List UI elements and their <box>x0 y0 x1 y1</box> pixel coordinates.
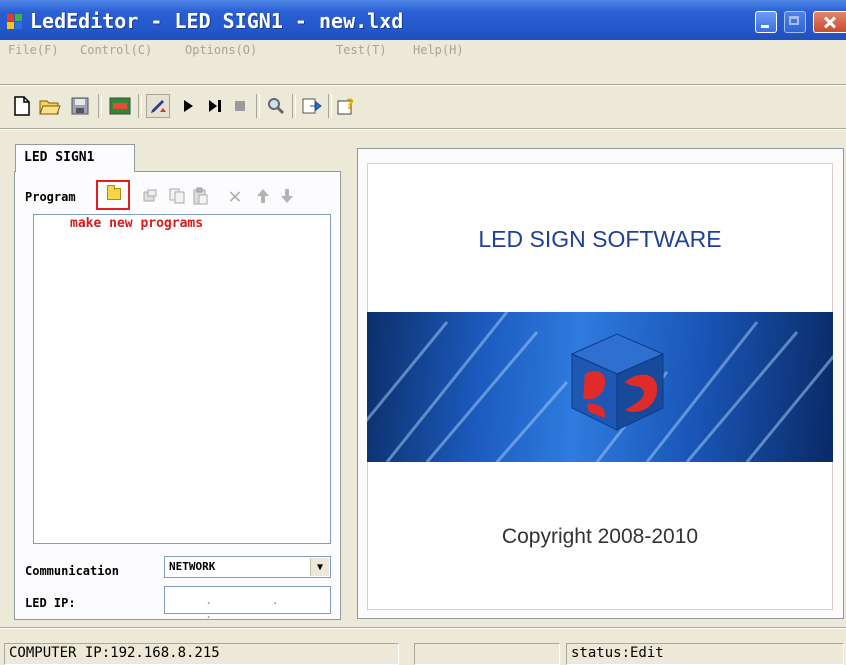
move-down-icon[interactable] <box>277 186 297 206</box>
menu-control[interactable]: Control(C) <box>80 43 152 57</box>
led-ip-input[interactable]: . . . <box>164 586 331 621</box>
minimize-button[interactable] <box>755 11 777 33</box>
preview-title: LED SIGN SOFTWARE <box>478 226 722 252</box>
title-bar[interactable]: LedEditor - LED SIGN1 - new.lxd <box>0 0 846 40</box>
hint-annotation: make new programs <box>70 216 204 231</box>
edit-pen-icon[interactable] <box>146 94 170 118</box>
app-icon <box>7 14 23 30</box>
led-screen-icon[interactable] <box>108 94 132 118</box>
play-icon[interactable] <box>176 94 200 118</box>
stop-icon[interactable] <box>228 94 252 118</box>
statusbar-separator <box>0 627 846 629</box>
communication-value: NETWORK <box>169 560 216 573</box>
toolbar: ? <box>0 86 846 126</box>
status-computer-ip: COMPUTER IP:192.168.8.215 <box>4 643 399 665</box>
delete-icon[interactable]: ✕ <box>225 184 245 209</box>
communication-select[interactable]: NETWORK ▼ <box>164 556 331 578</box>
program-label: Program <box>25 190 76 204</box>
menu-help[interactable]: Help(H) <box>413 43 464 57</box>
move-up-icon[interactable] <box>253 186 273 206</box>
send-icon[interactable] <box>300 94 324 118</box>
menu-bar: File(F) Control(C) Options(O) Test(T) He… <box>0 40 846 62</box>
program-list[interactable] <box>33 214 331 544</box>
help-icon[interactable]: ? <box>336 94 360 118</box>
program-properties-icon[interactable] <box>140 186 160 206</box>
logo-cube-icon <box>570 333 665 431</box>
zoom-icon[interactable] <box>264 94 288 118</box>
communication-label: Communication <box>25 564 119 578</box>
new-program-folder-icon[interactable] <box>107 185 121 200</box>
chevron-down-icon[interactable]: ▼ <box>310 558 329 576</box>
status-bar: COMPUTER IP:192.168.8.215 status:Edit <box>0 637 846 665</box>
maximize-button[interactable] <box>784 11 806 33</box>
new-file-icon[interactable] <box>10 94 34 118</box>
menu-options[interactable]: Options(O) <box>185 43 257 57</box>
save-icon[interactable] <box>68 94 92 118</box>
copyright-text: Copyright 2008-2010 <box>501 525 699 548</box>
led-ip-label: LED IP: <box>25 596 76 610</box>
menu-test[interactable]: Test(T) <box>336 43 387 57</box>
tab-led-sign1[interactable]: LED SIGN1 <box>15 144 135 172</box>
menu-file[interactable]: File(F) <box>8 43 59 57</box>
copy-icon[interactable] <box>168 186 188 206</box>
step-play-icon[interactable] <box>203 94 227 118</box>
paste-icon[interactable] <box>190 186 210 206</box>
toolbar-separator <box>292 94 296 118</box>
status-state: status:Edit <box>566 643 844 665</box>
svg-text:?: ? <box>346 97 354 113</box>
status-middle <box>414 643 560 665</box>
open-folder-icon[interactable] <box>38 94 62 118</box>
close-button[interactable] <box>813 11 846 33</box>
logo-banner <box>367 312 833 462</box>
toolbar-separator <box>138 94 142 118</box>
toolbar-separator <box>256 94 260 118</box>
toolbar-separator <box>328 94 332 118</box>
window-title: LedEditor - LED SIGN1 - new.lxd <box>30 9 404 33</box>
toolbar-separator-line <box>0 128 846 130</box>
toolbar-separator <box>98 94 102 118</box>
